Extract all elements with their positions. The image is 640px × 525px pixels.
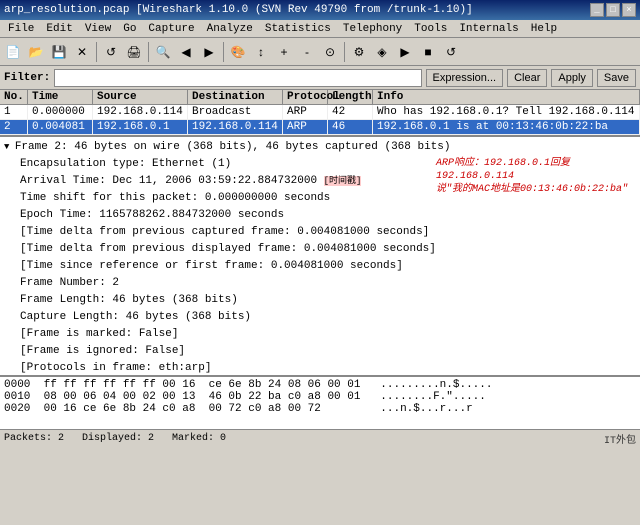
- tree-item-delta-cap: [Time delta from previous captured frame…: [4, 224, 636, 241]
- colorize-button[interactable]: 🎨: [227, 41, 249, 63]
- packet-info: 192.168.0.1 is at 00:13:46:0b:22:ba: [373, 120, 640, 134]
- maximize-button[interactable]: □: [606, 3, 620, 17]
- menu-file[interactable]: File: [2, 22, 40, 36]
- toolbar-separator-2: [148, 42, 149, 62]
- packet-source: 192.168.0.114: [93, 105, 188, 119]
- tree-item-frame-num: Frame Number: 2: [4, 275, 636, 292]
- status-watermark: IT外包: [604, 431, 636, 447]
- filter-bar: Filter: Expression... Clear Apply Save: [0, 66, 640, 90]
- menu-statistics[interactable]: Statistics: [259, 22, 337, 36]
- toolbar-separator-4: [344, 42, 345, 62]
- tree-item-frame[interactable]: Frame 2: 46 bytes on wire (368 bits), 46…: [4, 139, 636, 156]
- packet-no: 1: [0, 105, 28, 119]
- packet-list: No. Time Source Destination Protocol Len…: [0, 90, 640, 137]
- menu-view[interactable]: View: [79, 22, 117, 36]
- packet-source: 192.168.0.1: [93, 120, 188, 134]
- detail-area[interactable]: ARP响应：192.168.0.1回复192.168.0.114说"我的MAC地…: [0, 137, 640, 377]
- tree-item-delta-disp: [Time delta from previous displayed fram…: [4, 241, 636, 258]
- filter-input[interactable]: [54, 69, 421, 87]
- tree-item-epoch: Epoch Time: 1165788262.884732000 seconds: [4, 207, 636, 224]
- tree-item-cap-len: Capture Length: 46 bytes (368 bits): [4, 309, 636, 326]
- auto-scroll-button[interactable]: ↕: [250, 41, 272, 63]
- packet-info: Who has 192.168.0.1? Tell 192.168.0.114: [373, 105, 640, 119]
- toolbar: 📄 📂 💾 ✕ ↺ 🖨 🔍 ◀ ▶ 🎨 ↕ + - ⊙ ⚙ ◈ ▶ ■ ↺: [0, 38, 640, 66]
- window-controls[interactable]: _ □ ×: [590, 3, 636, 17]
- packet-time: 0.004081: [28, 120, 93, 134]
- save-button[interactable]: 💾: [48, 41, 70, 63]
- packet-destination: Broadcast: [188, 105, 283, 119]
- packet-protocol: ARP: [283, 120, 328, 134]
- close-button[interactable]: ×: [622, 3, 636, 17]
- reload-button[interactable]: ↺: [100, 41, 122, 63]
- apply-button[interactable]: Apply: [551, 69, 593, 87]
- capture-interfaces-button[interactable]: ⚙: [348, 41, 370, 63]
- hex-line-3: 0020 00 16 ce 6e 8b 24 c0 a8 00 72 c0 a8…: [4, 403, 636, 415]
- save-filter-button[interactable]: Save: [597, 69, 636, 87]
- filter-label: Filter:: [4, 72, 50, 84]
- zoom-out-button[interactable]: -: [296, 41, 318, 63]
- status-bar: Packets: 2 Displayed: 2 Marked: 0 IT外包: [0, 429, 640, 447]
- packet-destination: 192.168.0.114: [188, 120, 283, 134]
- col-header-time: Time: [28, 90, 93, 104]
- menu-telephony[interactable]: Telephony: [337, 22, 408, 36]
- start-capture-button[interactable]: ▶: [394, 41, 416, 63]
- status-packets: Packets: 2 Displayed: 2 Marked: 0: [4, 433, 226, 444]
- clear-button[interactable]: Clear: [507, 69, 547, 87]
- tree-item-since-ref: [Time since reference or first frame: 0.…: [4, 258, 636, 275]
- annotation-arp-reply: ARP响应：192.168.0.1回复192.168.0.114说"我的MAC地…: [436, 157, 636, 196]
- new-capture-button[interactable]: 📄: [2, 41, 24, 63]
- close-capture-button[interactable]: ✕: [71, 41, 93, 63]
- hex-line-1: 0000 ff ff ff ff ff ff 00 16 ce 6e 8b 24…: [4, 379, 636, 391]
- packet-list-header: No. Time Source Destination Protocol Len…: [0, 90, 640, 105]
- find-button[interactable]: 🔍: [152, 41, 174, 63]
- toolbar-separator-3: [223, 42, 224, 62]
- hex-area: 0000 ff ff ff ff ff ff 00 16 ce 6e 8b 24…: [0, 377, 640, 429]
- tree-item-frame-len: Frame Length: 46 bytes (368 bits): [4, 292, 636, 309]
- expression-button[interactable]: Expression...: [426, 69, 504, 87]
- col-header-length: Length: [328, 90, 373, 104]
- menu-bar: File Edit View Go Capture Analyze Statis…: [0, 20, 640, 38]
- menu-tools[interactable]: Tools: [408, 22, 453, 36]
- capture-options-button[interactable]: ◈: [371, 41, 393, 63]
- table-row[interactable]: 2 0.004081 192.168.0.1 192.168.0.114 ARP…: [0, 120, 640, 135]
- print-button[interactable]: 🖨: [123, 41, 145, 63]
- open-button[interactable]: 📂: [25, 41, 47, 63]
- tree-item-marked: [Frame is marked: False]: [4, 326, 636, 343]
- table-row[interactable]: 1 0.000000 192.168.0.114 Broadcast ARP 4…: [0, 105, 640, 120]
- next-button[interactable]: ▶: [198, 41, 220, 63]
- menu-go[interactable]: Go: [117, 22, 142, 36]
- prev-button[interactable]: ◀: [175, 41, 197, 63]
- packet-length: 42: [328, 105, 373, 119]
- minimize-button[interactable]: _: [590, 3, 604, 17]
- tree-item-protocols: [Protocols in frame: eth:arp]: [4, 360, 636, 377]
- menu-internals[interactable]: Internals: [453, 22, 524, 36]
- restart-capture-button[interactable]: ↺: [440, 41, 462, 63]
- col-header-info: Info: [373, 90, 640, 104]
- zoom-reset-button[interactable]: ⊙: [319, 41, 341, 63]
- menu-analyze[interactable]: Analyze: [201, 22, 259, 36]
- packet-length: 46: [328, 120, 373, 134]
- col-header-protocol: Protocol: [283, 90, 328, 104]
- hex-line-2: 0010 08 00 06 04 00 02 00 13 46 0b 22 ba…: [4, 391, 636, 403]
- window-title: arp_resolution.pcap [Wireshark 1.10.0 (S…: [4, 4, 590, 16]
- packet-protocol: ARP: [283, 105, 328, 119]
- col-header-no: No.: [0, 90, 28, 104]
- title-bar: arp_resolution.pcap [Wireshark 1.10.0 (S…: [0, 0, 640, 20]
- menu-help[interactable]: Help: [525, 22, 563, 36]
- packet-time: 0.000000: [28, 105, 93, 119]
- zoom-in-button[interactable]: +: [273, 41, 295, 63]
- toolbar-separator-1: [96, 42, 97, 62]
- tree-item-ignored: [Frame is ignored: False]: [4, 343, 636, 360]
- packet-no: 2: [0, 120, 28, 134]
- stop-capture-button[interactable]: ■: [417, 41, 439, 63]
- col-header-destination: Destination: [188, 90, 283, 104]
- col-header-source: Source: [93, 90, 188, 104]
- menu-edit[interactable]: Edit: [40, 22, 78, 36]
- menu-capture[interactable]: Capture: [142, 22, 200, 36]
